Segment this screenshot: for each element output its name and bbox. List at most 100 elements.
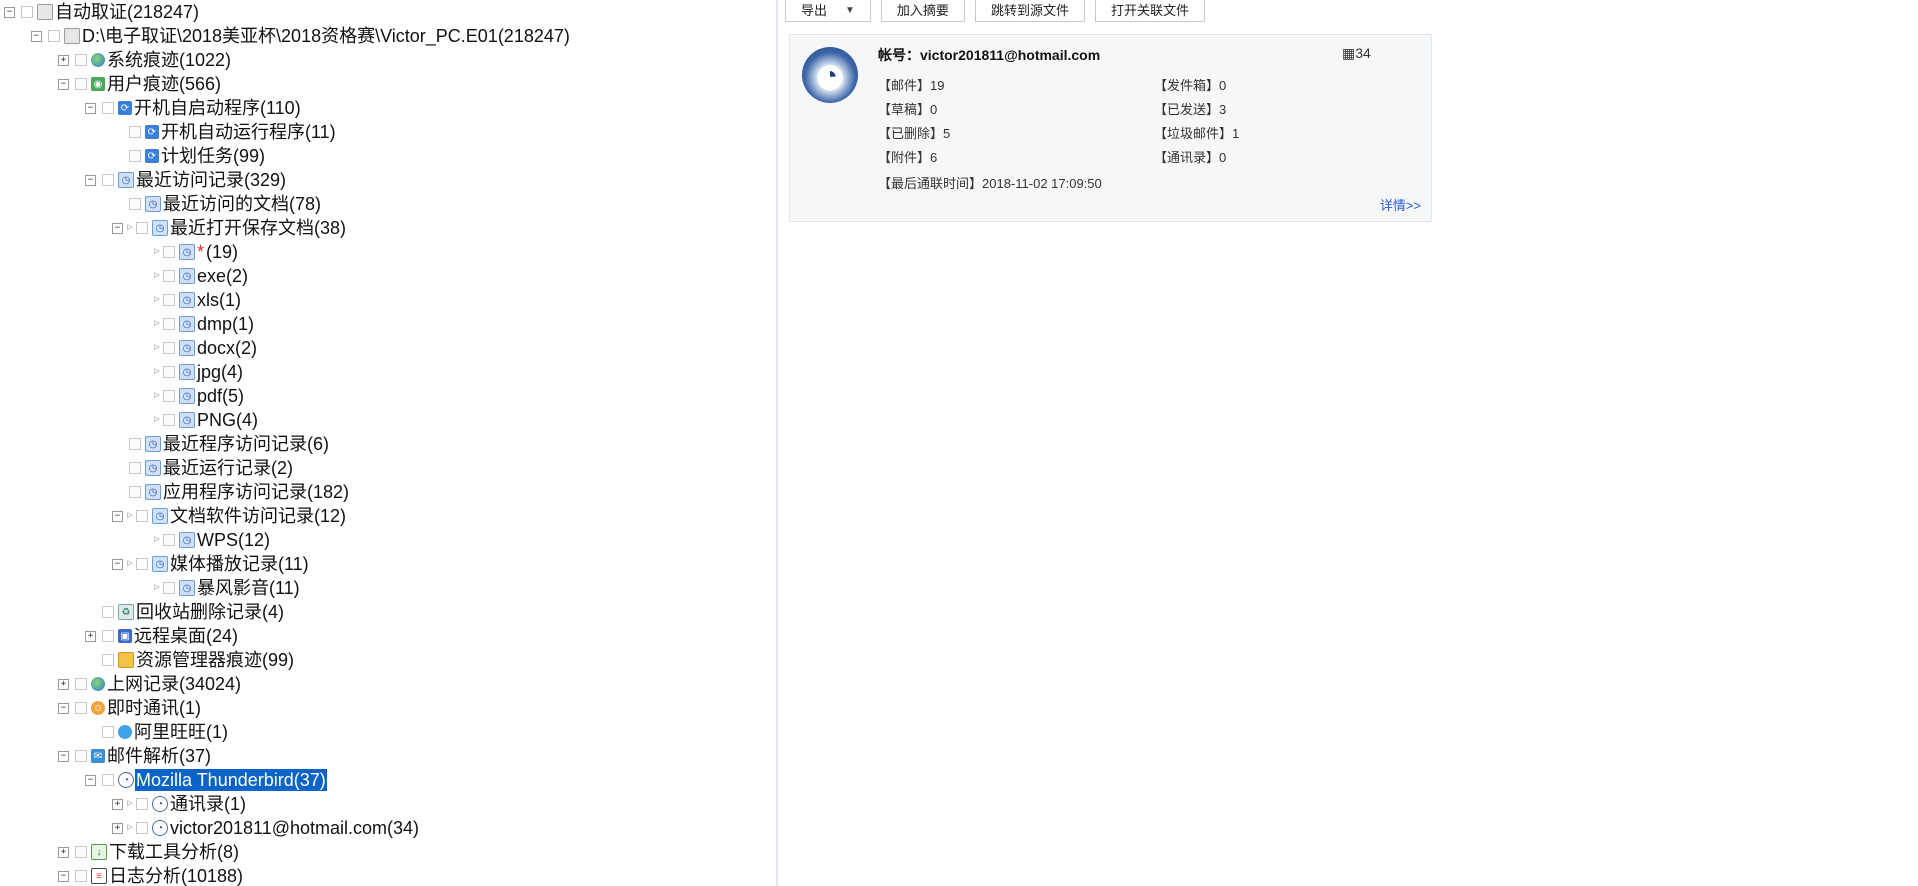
tree-node[interactable]: + ▷ ◔ victor201811@hotmail.com(34) bbox=[112, 816, 420, 840]
evidence-tree[interactable]: − 自动取证(218247) − D:\电子取证\2018美亚杯\2018资格赛\Vi… bbox=[0, 0, 776, 886]
tree-node[interactable]: ▷ ◷ PNG(4) bbox=[139, 408, 259, 432]
tree-node[interactable]: 资源管理器痕迹(99) bbox=[85, 648, 295, 672]
tree-node[interactable]: + 系统痕迹(1022) bbox=[58, 48, 232, 72]
tree-node[interactable]: − ☺ 即时通讯(1) bbox=[58, 696, 202, 720]
collapse-icon[interactable]: − bbox=[4, 6, 15, 18]
collapse-icon[interactable]: − bbox=[85, 102, 96, 114]
tree-node[interactable]: ◷ 应用程序访问记录(182) bbox=[112, 480, 350, 504]
tree-node-label-selected[interactable]: Mozilla Thunderbird(37) bbox=[135, 769, 327, 791]
details-link[interactable]: 详情>> bbox=[1380, 195, 1421, 214]
tree-checkbox[interactable] bbox=[129, 150, 141, 162]
tree-node[interactable]: ♻ 回收站删除记录(4) bbox=[85, 600, 285, 624]
expand-icon[interactable]: + bbox=[112, 822, 123, 834]
tree-node[interactable]: − ✉ 邮件解析(37) bbox=[58, 744, 212, 768]
tree-checkbox[interactable] bbox=[129, 126, 141, 138]
tree-checkbox[interactable] bbox=[75, 870, 87, 882]
tree-checkbox[interactable] bbox=[163, 414, 175, 426]
collapse-icon[interactable]: − bbox=[58, 750, 69, 762]
tree-checkbox[interactable] bbox=[163, 246, 175, 258]
tree-checkbox[interactable] bbox=[136, 510, 148, 522]
tree-arrow-icon[interactable]: ▷ bbox=[125, 559, 135, 569]
tree-node[interactable]: ▷ ◷ exe(2) bbox=[139, 264, 249, 288]
tree-node-label[interactable]: xls(1) bbox=[196, 289, 242, 311]
tree-node-label[interactable]: 自动取证(218247) bbox=[54, 1, 200, 23]
tree-checkbox[interactable] bbox=[163, 318, 175, 330]
tree-node-label[interactable]: 开机自动运行程序(11) bbox=[160, 121, 337, 143]
pane-splitter[interactable] bbox=[776, 0, 778, 886]
tree-node[interactable]: 阿里旺旺(1) bbox=[85, 720, 229, 744]
tree-node[interactable]: − ⟳ 开机自启动程序(110) bbox=[85, 96, 302, 120]
tree-checkbox[interactable] bbox=[102, 654, 114, 666]
open-related-button[interactable]: 打开关联文件 bbox=[1094, 0, 1205, 22]
tree-node-label[interactable]: PNG(4) bbox=[196, 409, 259, 431]
tree-checkbox[interactable] bbox=[102, 630, 114, 642]
tree-checkbox[interactable] bbox=[136, 798, 148, 810]
export-button[interactable]: 导出 ▼ bbox=[785, 0, 871, 22]
tree-arrow-icon[interactable]: ▷ bbox=[152, 343, 162, 353]
tree-arrow-icon[interactable]: ▷ bbox=[152, 295, 162, 305]
tree-checkbox[interactable] bbox=[136, 822, 148, 834]
expand-icon[interactable]: + bbox=[58, 846, 69, 858]
tree-arrow-icon[interactable]: ▷ bbox=[125, 823, 135, 833]
add-summary-button[interactable]: 加入摘要 bbox=[880, 0, 965, 22]
goto-source-button[interactable]: 跳转到源文件 bbox=[974, 0, 1085, 22]
tree-checkbox[interactable] bbox=[75, 702, 87, 714]
tree-node-label[interactable]: victor201811@hotmail.com(34) bbox=[169, 817, 420, 839]
tree-node[interactable]: ◷ 最近访问的文档(78) bbox=[112, 192, 322, 216]
collapse-icon[interactable]: − bbox=[112, 222, 123, 234]
tree-node-label[interactable]: exe(2) bbox=[196, 265, 249, 287]
tree-node[interactable]: + ▷ ◔ 通讯录(1) bbox=[112, 792, 247, 816]
tree-node-label[interactable]: 系统痕迹(1022) bbox=[106, 49, 232, 71]
collapse-icon[interactable]: − bbox=[31, 30, 42, 42]
tree-checkbox[interactable] bbox=[75, 54, 87, 66]
collapse-icon[interactable]: − bbox=[112, 558, 123, 570]
tree-checkbox[interactable] bbox=[163, 342, 175, 354]
tree-node[interactable]: + ↓ 下载工具分析(8) bbox=[58, 840, 240, 864]
expand-icon[interactable]: + bbox=[58, 678, 69, 690]
tree-checkbox[interactable] bbox=[163, 270, 175, 282]
tree-node[interactable]: − 自动取证(218247) bbox=[4, 0, 200, 24]
tree-node[interactable]: ▷ ◷ 暴风影音(11) bbox=[139, 576, 301, 600]
tree-checkbox[interactable] bbox=[102, 726, 114, 738]
tree-checkbox[interactable] bbox=[75, 78, 87, 90]
expand-icon[interactable]: + bbox=[112, 798, 123, 810]
tree-checkbox[interactable] bbox=[21, 6, 33, 18]
tree-checkbox[interactable] bbox=[129, 486, 141, 498]
tree-node-label[interactable]: 回收站删除记录(4) bbox=[135, 601, 285, 623]
tree-node-label[interactable]: 即时通讯(1) bbox=[106, 697, 202, 719]
tree-checkbox[interactable] bbox=[102, 774, 114, 786]
tree-node-label[interactable]: jpg(4) bbox=[196, 361, 244, 383]
tree-checkbox[interactable] bbox=[75, 750, 87, 762]
tree-node[interactable]: − ◔ Mozilla Thunderbird(37) bbox=[85, 768, 327, 792]
tree-node[interactable]: − ▷ ◷ 媒体播放记录(11) bbox=[112, 552, 310, 576]
tree-node[interactable]: ◷ 最近运行记录(2) bbox=[112, 456, 294, 480]
tree-node[interactable]: ◷ 最近程序访问记录(6) bbox=[112, 432, 330, 456]
tree-arrow-icon[interactable]: ▷ bbox=[152, 391, 162, 401]
tree-node-label[interactable]: 阿里旺旺(1) bbox=[133, 721, 229, 743]
dropdown-caret-icon[interactable]: ▼ bbox=[845, 0, 855, 22]
tree-node-label[interactable]: docx(2) bbox=[196, 337, 258, 359]
tree-arrow-icon[interactable]: ▷ bbox=[152, 367, 162, 377]
tree-node-label[interactable]: 暴风影音(11) bbox=[196, 577, 301, 599]
tree-node-label[interactable]: 上网记录(34024) bbox=[106, 673, 242, 695]
tree-node-label[interactable]: 文档软件访问记录(12) bbox=[169, 505, 347, 527]
tree-checkbox[interactable] bbox=[75, 678, 87, 690]
tree-node[interactable]: ▷ ◷ docx(2) bbox=[139, 336, 258, 360]
tree-node-label[interactable]: 日志分析(10188) bbox=[108, 865, 244, 886]
tree-node-label[interactable]: 最近访问的文档(78) bbox=[162, 193, 322, 215]
tree-node[interactable]: + 上网记录(34024) bbox=[58, 672, 242, 696]
tree-node-label[interactable]: 远程桌面(24) bbox=[133, 625, 239, 647]
tree-checkbox[interactable] bbox=[102, 606, 114, 618]
collapse-icon[interactable]: − bbox=[85, 774, 96, 786]
tree-node-label[interactable]: pdf(5) bbox=[196, 385, 245, 407]
tree-checkbox[interactable] bbox=[163, 294, 175, 306]
tree-node[interactable]: ▷ ◷ pdf(5) bbox=[139, 384, 245, 408]
tree-checkbox[interactable] bbox=[129, 198, 141, 210]
tree-arrow-icon[interactable]: ▷ bbox=[152, 583, 162, 593]
tree-node-label[interactable]: 最近程序访问记录(6) bbox=[162, 433, 330, 455]
tree-checkbox[interactable] bbox=[163, 534, 175, 546]
collapse-icon[interactable]: − bbox=[58, 870, 69, 882]
tree-checkbox[interactable] bbox=[102, 174, 114, 186]
tree-node-label[interactable]: (19) bbox=[205, 241, 239, 263]
tree-arrow-icon[interactable]: ▷ bbox=[152, 247, 162, 257]
